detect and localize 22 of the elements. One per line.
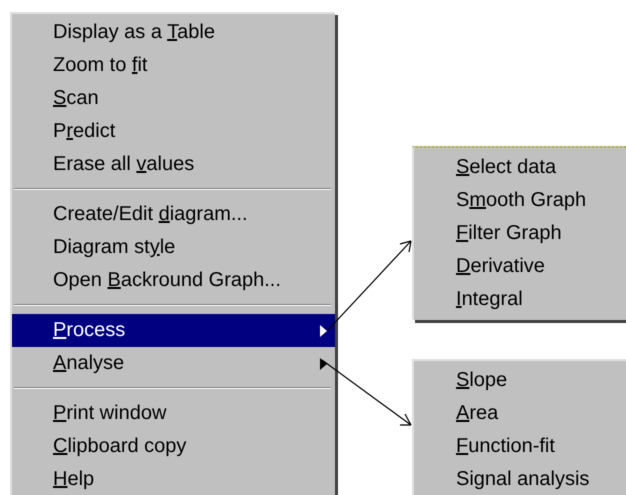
- menu-item[interactable]: Print window: [12, 397, 335, 430]
- menu-item[interactable]: Predict: [12, 115, 335, 148]
- menu-item[interactable]: Select data: [414, 151, 626, 184]
- menu-item[interactable]: Analyse: [12, 347, 335, 380]
- menu-item[interactable]: Smooth Graph: [414, 184, 626, 217]
- menu-item[interactable]: Scan: [12, 82, 335, 115]
- menu-item[interactable]: Signal analysis: [414, 463, 626, 495]
- menu-item[interactable]: Open Backround Graph...: [12, 264, 335, 297]
- menu-item[interactable]: Area: [414, 397, 626, 430]
- menu-item[interactable]: Erase all values: [12, 148, 335, 181]
- menu-item[interactable]: Derivative: [414, 250, 626, 283]
- menu-item[interactable]: Process: [12, 314, 335, 347]
- menu-item[interactable]: Function-fit: [414, 430, 626, 463]
- menu-item[interactable]: Clipboard copy: [12, 430, 335, 463]
- menu-item[interactable]: Filter Graph: [414, 217, 626, 250]
- menu-item[interactable]: Zoom to fit: [12, 49, 335, 82]
- menu-item[interactable]: Integral: [414, 283, 626, 316]
- menu-item[interactable]: Display as a Table: [12, 16, 335, 49]
- menu-item[interactable]: Slope: [414, 364, 626, 397]
- menu-item[interactable]: Create/Edit diagram...: [12, 198, 335, 231]
- menu-item[interactable]: Help: [12, 463, 335, 495]
- menu-item[interactable]: Diagram style: [12, 231, 335, 264]
